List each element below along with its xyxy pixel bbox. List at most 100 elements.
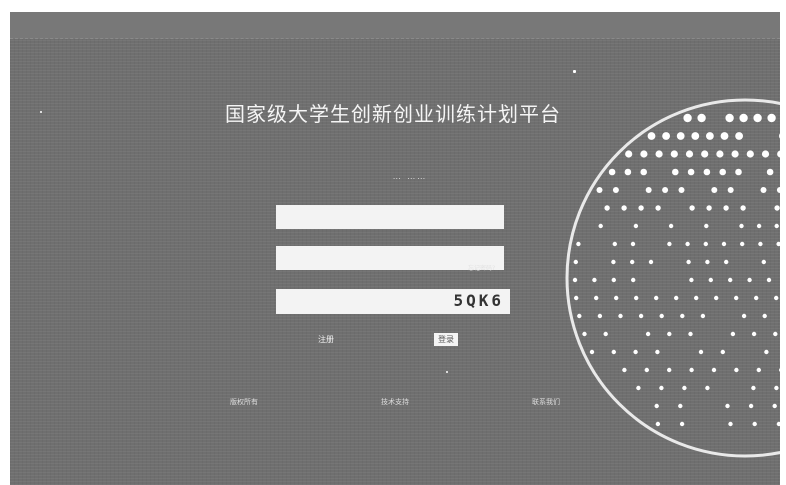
globe-dot [678, 187, 685, 193]
forgot-password-link[interactable]: 忘记密码? [468, 263, 495, 272]
globe-dot [594, 295, 599, 301]
globe-dot [582, 331, 587, 337]
globe-dot [731, 150, 739, 158]
globe-dot [640, 150, 648, 158]
globe-dot [777, 150, 780, 158]
globe-dot [647, 132, 656, 140]
globe-dot [689, 367, 694, 373]
globe-dot [706, 205, 712, 211]
globe-dot [701, 150, 709, 158]
globe-dot [762, 313, 767, 319]
globe-dot [662, 132, 670, 140]
globe-dot [774, 385, 779, 391]
globe-dot [631, 277, 636, 283]
globe-dot [728, 277, 733, 283]
globe-dot [612, 241, 617, 247]
globe-dot [720, 132, 729, 140]
globe-dot [708, 277, 713, 283]
globe-dot [711, 367, 717, 373]
globe-dot [766, 277, 772, 283]
globe-dot [761, 259, 766, 265]
globe-dot [622, 367, 627, 373]
globe-dot [589, 349, 595, 355]
globe-dot [756, 367, 761, 373]
globe-dot [638, 313, 644, 319]
register-button[interactable]: 注册 [318, 334, 334, 345]
globe-dot [655, 349, 660, 355]
star-speck [573, 70, 576, 73]
globe-dot [721, 241, 727, 247]
globe-dot [687, 168, 695, 176]
globe-dot [576, 241, 581, 247]
globe-dot [758, 241, 763, 247]
globe-dot [672, 168, 679, 176]
globe-dot [573, 259, 578, 265]
globe-dot [572, 277, 578, 283]
globe-dot [705, 385, 710, 391]
globe-dot [634, 295, 639, 301]
username-input[interactable] [276, 205, 504, 229]
globe-dot [611, 349, 616, 355]
globe-dot [741, 313, 747, 319]
globe-dot [740, 241, 745, 247]
globe-dot [776, 241, 780, 247]
globe-dot [705, 259, 710, 265]
globe-dot [725, 403, 730, 409]
globe-dot [739, 223, 744, 229]
globe-dot [655, 205, 661, 211]
globe-dot [670, 150, 678, 158]
globe-dot [740, 205, 746, 211]
globe-dot [685, 241, 690, 247]
login-button[interactable]: 登录 [434, 333, 458, 346]
globe-dot [748, 403, 754, 409]
globe-dot [774, 223, 779, 229]
globe-dot [714, 295, 719, 301]
globe-dot [776, 187, 780, 193]
globe-dot [685, 150, 694, 158]
globe-dot [598, 223, 603, 229]
globe-dot [689, 205, 695, 211]
browser-top-strip [10, 12, 780, 39]
globe-graphic [565, 98, 780, 458]
globe-dot [752, 421, 757, 427]
globe-dot [691, 132, 700, 140]
footer-link[interactable]: 版权所有 [230, 397, 258, 407]
globe-dot [686, 259, 691, 265]
globe-dot [773, 331, 778, 337]
captcha-input[interactable] [276, 289, 436, 314]
globe-dot [761, 150, 770, 158]
globe-dot [668, 223, 674, 229]
globe-dot [644, 367, 649, 373]
globe-dot [596, 187, 603, 193]
globe-dot [735, 168, 742, 176]
footer-link[interactable]: 技术支持 [381, 397, 409, 407]
globe-dot [760, 187, 767, 193]
globe-dot [612, 187, 619, 193]
globe-dot [720, 349, 725, 355]
globe-dot [711, 187, 718, 193]
captcha-image[interactable]: 5QK6 [453, 291, 504, 310]
globe-dot [756, 223, 762, 229]
globe-dot [630, 241, 636, 247]
globe-dot [779, 133, 780, 139]
footer-link[interactable]: 联系我们 [532, 397, 560, 407]
globe-dot [636, 385, 641, 391]
globe-dot [618, 313, 623, 319]
globe-dot [659, 385, 664, 391]
globe-dot [604, 205, 610, 211]
globe-dot [703, 168, 711, 176]
globe-dot [700, 313, 706, 319]
globe-dot [679, 421, 685, 427]
globe-dot [662, 187, 669, 193]
globe-dot [689, 277, 694, 283]
globe-dot [597, 313, 603, 319]
globe-dot [704, 223, 709, 229]
globe-dot [577, 313, 582, 319]
globe-dot [645, 187, 652, 193]
globe-dot [735, 132, 743, 140]
globe-dot [674, 295, 679, 301]
globe-dot [630, 259, 635, 265]
globe-dot [592, 277, 597, 283]
page-title: 国家级大学生创新创业训练计划平台 [225, 102, 561, 126]
globe-dot [621, 205, 627, 211]
